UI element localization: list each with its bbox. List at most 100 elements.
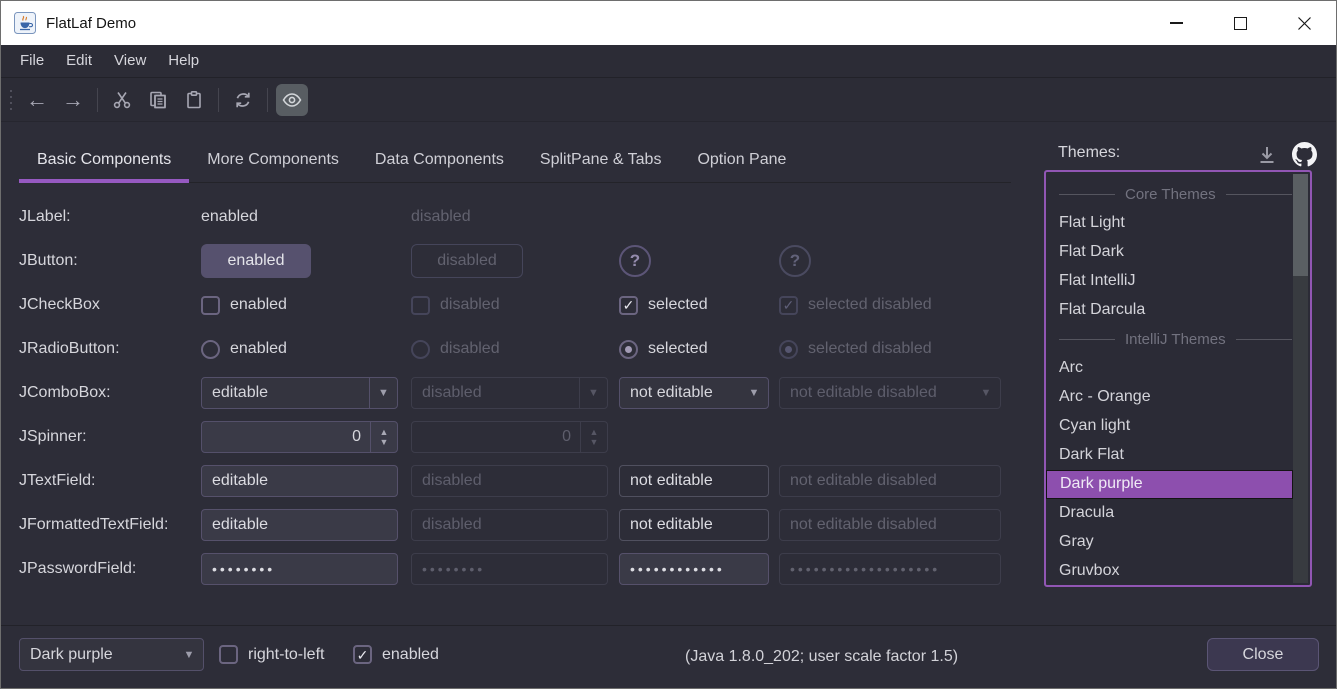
maximize-button[interactable]: [1208, 1, 1272, 45]
tab-data-components[interactable]: Data Components: [357, 144, 522, 182]
jlabel-row: JLabel: enabled disabled: [19, 195, 1013, 239]
radio-disabled: disabled: [411, 327, 500, 371]
spinner-up-icon[interactable]: ▲: [380, 427, 389, 437]
help-button[interactable]: ?: [619, 245, 651, 277]
minimize-button[interactable]: [1144, 1, 1208, 45]
theme-item-arc[interactable]: Arc: [1046, 354, 1293, 383]
checkbox-checked-icon: ✓: [619, 296, 638, 315]
jcheckbox-row-label: JCheckBox: [19, 283, 100, 327]
forward-button[interactable]: →: [57, 84, 89, 116]
theme-item-gruvbox[interactable]: Gruvbox: [1046, 557, 1293, 586]
checkbox-disabled: disabled: [411, 283, 500, 327]
close-button[interactable]: Close: [1207, 638, 1319, 671]
checkbox-selected[interactable]: ✓selected: [619, 283, 708, 327]
enabled-button[interactable]: enabled: [201, 244, 311, 278]
theme-item-dark-flat[interactable]: Dark Flat: [1046, 441, 1293, 470]
java-app-icon: [14, 12, 36, 34]
jspinner-row-label: JSpinner:: [19, 415, 87, 459]
combobox-editable[interactable]: editable▼: [201, 377, 398, 409]
close-window-button[interactable]: [1272, 1, 1336, 45]
theme-item-flat-dark[interactable]: Flat Dark: [1046, 238, 1293, 267]
right-to-left-checkbox[interactable]: right-to-left: [219, 638, 324, 671]
menu-view[interactable]: View: [103, 45, 157, 77]
combobox-not-editable[interactable]: not editable▼: [619, 377, 769, 409]
jpasswordfield-row: JPasswordField: •••••••• •••••••• ••••••…: [19, 547, 1013, 591]
theme-item-flat-intellij[interactable]: Flat IntelliJ: [1046, 267, 1293, 296]
theme-group-header: IntelliJ Themes: [1046, 325, 1310, 354]
refresh-icon: [233, 90, 253, 110]
toolbar-separator: [218, 88, 219, 112]
chevron-down-icon: ▼: [972, 378, 1000, 408]
menu-edit[interactable]: Edit: [55, 45, 103, 77]
radio-enabled[interactable]: enabled: [201, 327, 287, 371]
spinner-arrows[interactable]: ▲▼: [370, 422, 397, 452]
jpasswordfield-row-label: JPasswordField:: [19, 547, 136, 591]
checkbox-enabled[interactable]: enabled: [201, 283, 287, 327]
spinner-enabled[interactable]: 0 ▲▼: [201, 421, 398, 453]
tab-splitpane-tabs[interactable]: SplitPane & Tabs: [522, 144, 680, 182]
menu-help[interactable]: Help: [157, 45, 210, 77]
jtextfield-row-label: JTextField:: [19, 459, 95, 503]
spinner-down-icon: ▼: [590, 437, 599, 447]
textfield-editable[interactable]: editable: [201, 465, 398, 497]
bottombar: Dark purple▼ right-to-left ✓enabled (Jav…: [1, 625, 1336, 689]
theme-item-cyan-light[interactable]: Cyan light: [1046, 412, 1293, 441]
copy-icon: [148, 90, 168, 110]
themes-label: Themes:: [1058, 144, 1120, 162]
paste-button[interactable]: [178, 84, 210, 116]
chevron-down-icon[interactable]: ▼: [175, 639, 203, 670]
jtextfield-row: JTextField: editable disabled not editab…: [19, 459, 1013, 503]
passwordfield-editable[interactable]: ••••••••: [201, 553, 398, 585]
theme-item-dark-purple-selected[interactable]: Dark purple: [1046, 470, 1293, 499]
forward-arrow-icon: →: [62, 89, 84, 111]
jcombobox-row-label: JComboBox:: [19, 371, 111, 415]
github-button[interactable]: [1291, 141, 1317, 167]
themes-list[interactable]: Core Themes Flat Light Flat Dark Flat In…: [1044, 170, 1312, 587]
tab-option-pane[interactable]: Option Pane: [679, 144, 804, 182]
download-button[interactable]: [1254, 142, 1280, 168]
theme-group-header: Core Themes: [1046, 180, 1310, 209]
passwordfield-not-editable-disabled: •••••••••••••••••••: [779, 553, 1001, 585]
theme-selector-combobox[interactable]: Dark purple▼: [19, 638, 204, 671]
disabled-button: disabled: [411, 244, 523, 278]
jbutton-row-label: JButton:: [19, 239, 78, 283]
show-hidden-toggle-button[interactable]: [276, 84, 308, 116]
scrollbar-thumb[interactable]: [1293, 174, 1308, 276]
main-content: Basic Components More Components Data Co…: [1, 122, 1336, 625]
textfield-not-editable-disabled: not editable disabled: [779, 465, 1001, 497]
cut-button[interactable]: [106, 84, 138, 116]
theme-item-gray[interactable]: Gray: [1046, 528, 1293, 557]
chevron-down-icon[interactable]: ▼: [740, 378, 768, 408]
textfield-not-editable[interactable]: not editable: [619, 465, 769, 497]
back-button[interactable]: ←: [21, 84, 53, 116]
spinner-disabled: 0 ▲▼: [411, 421, 608, 453]
jcombobox-row: JComboBox: editable▼ disabled▼ not edita…: [19, 371, 1013, 415]
scissors-icon: [112, 90, 132, 110]
download-icon: [1256, 144, 1278, 166]
close-icon: [1297, 16, 1312, 31]
theme-item-dracula[interactable]: Dracula: [1046, 499, 1293, 528]
radio-selected[interactable]: selected: [619, 327, 708, 371]
tab-basic-components[interactable]: Basic Components: [19, 144, 189, 182]
formattedtextfield-not-editable-disabled: not editable disabled: [779, 509, 1001, 541]
tab-more-components[interactable]: More Components: [189, 144, 357, 182]
toolbar-grip[interactable]: [10, 90, 12, 110]
titlebar: FlatLaf Demo: [1, 1, 1336, 45]
formattedtextfield-not-editable[interactable]: not editable: [619, 509, 769, 541]
formattedtextfield-editable[interactable]: editable: [201, 509, 398, 541]
jformattedtextfield-row: JFormattedTextField: editable disabled n…: [19, 503, 1013, 547]
spinner-down-icon[interactable]: ▼: [380, 437, 389, 447]
themes-scrollbar[interactable]: [1293, 174, 1308, 583]
copy-button[interactable]: [142, 84, 174, 116]
chevron-down-icon[interactable]: ▼: [369, 378, 397, 408]
passwordfield-not-editable[interactable]: ••••••••••••: [619, 553, 769, 585]
theme-item-flat-darcula[interactable]: Flat Darcula: [1046, 296, 1293, 325]
theme-item-arc-orange[interactable]: Arc - Orange: [1046, 383, 1293, 412]
refresh-button[interactable]: [227, 84, 259, 116]
enabled-checkbox[interactable]: ✓enabled: [353, 638, 439, 671]
back-arrow-icon: ←: [26, 89, 48, 111]
jradiobutton-row-label: JRadioButton:: [19, 327, 120, 371]
menu-file[interactable]: File: [9, 45, 55, 77]
toolbar: ← →: [1, 78, 1336, 122]
theme-item-flat-light[interactable]: Flat Light: [1046, 209, 1293, 238]
